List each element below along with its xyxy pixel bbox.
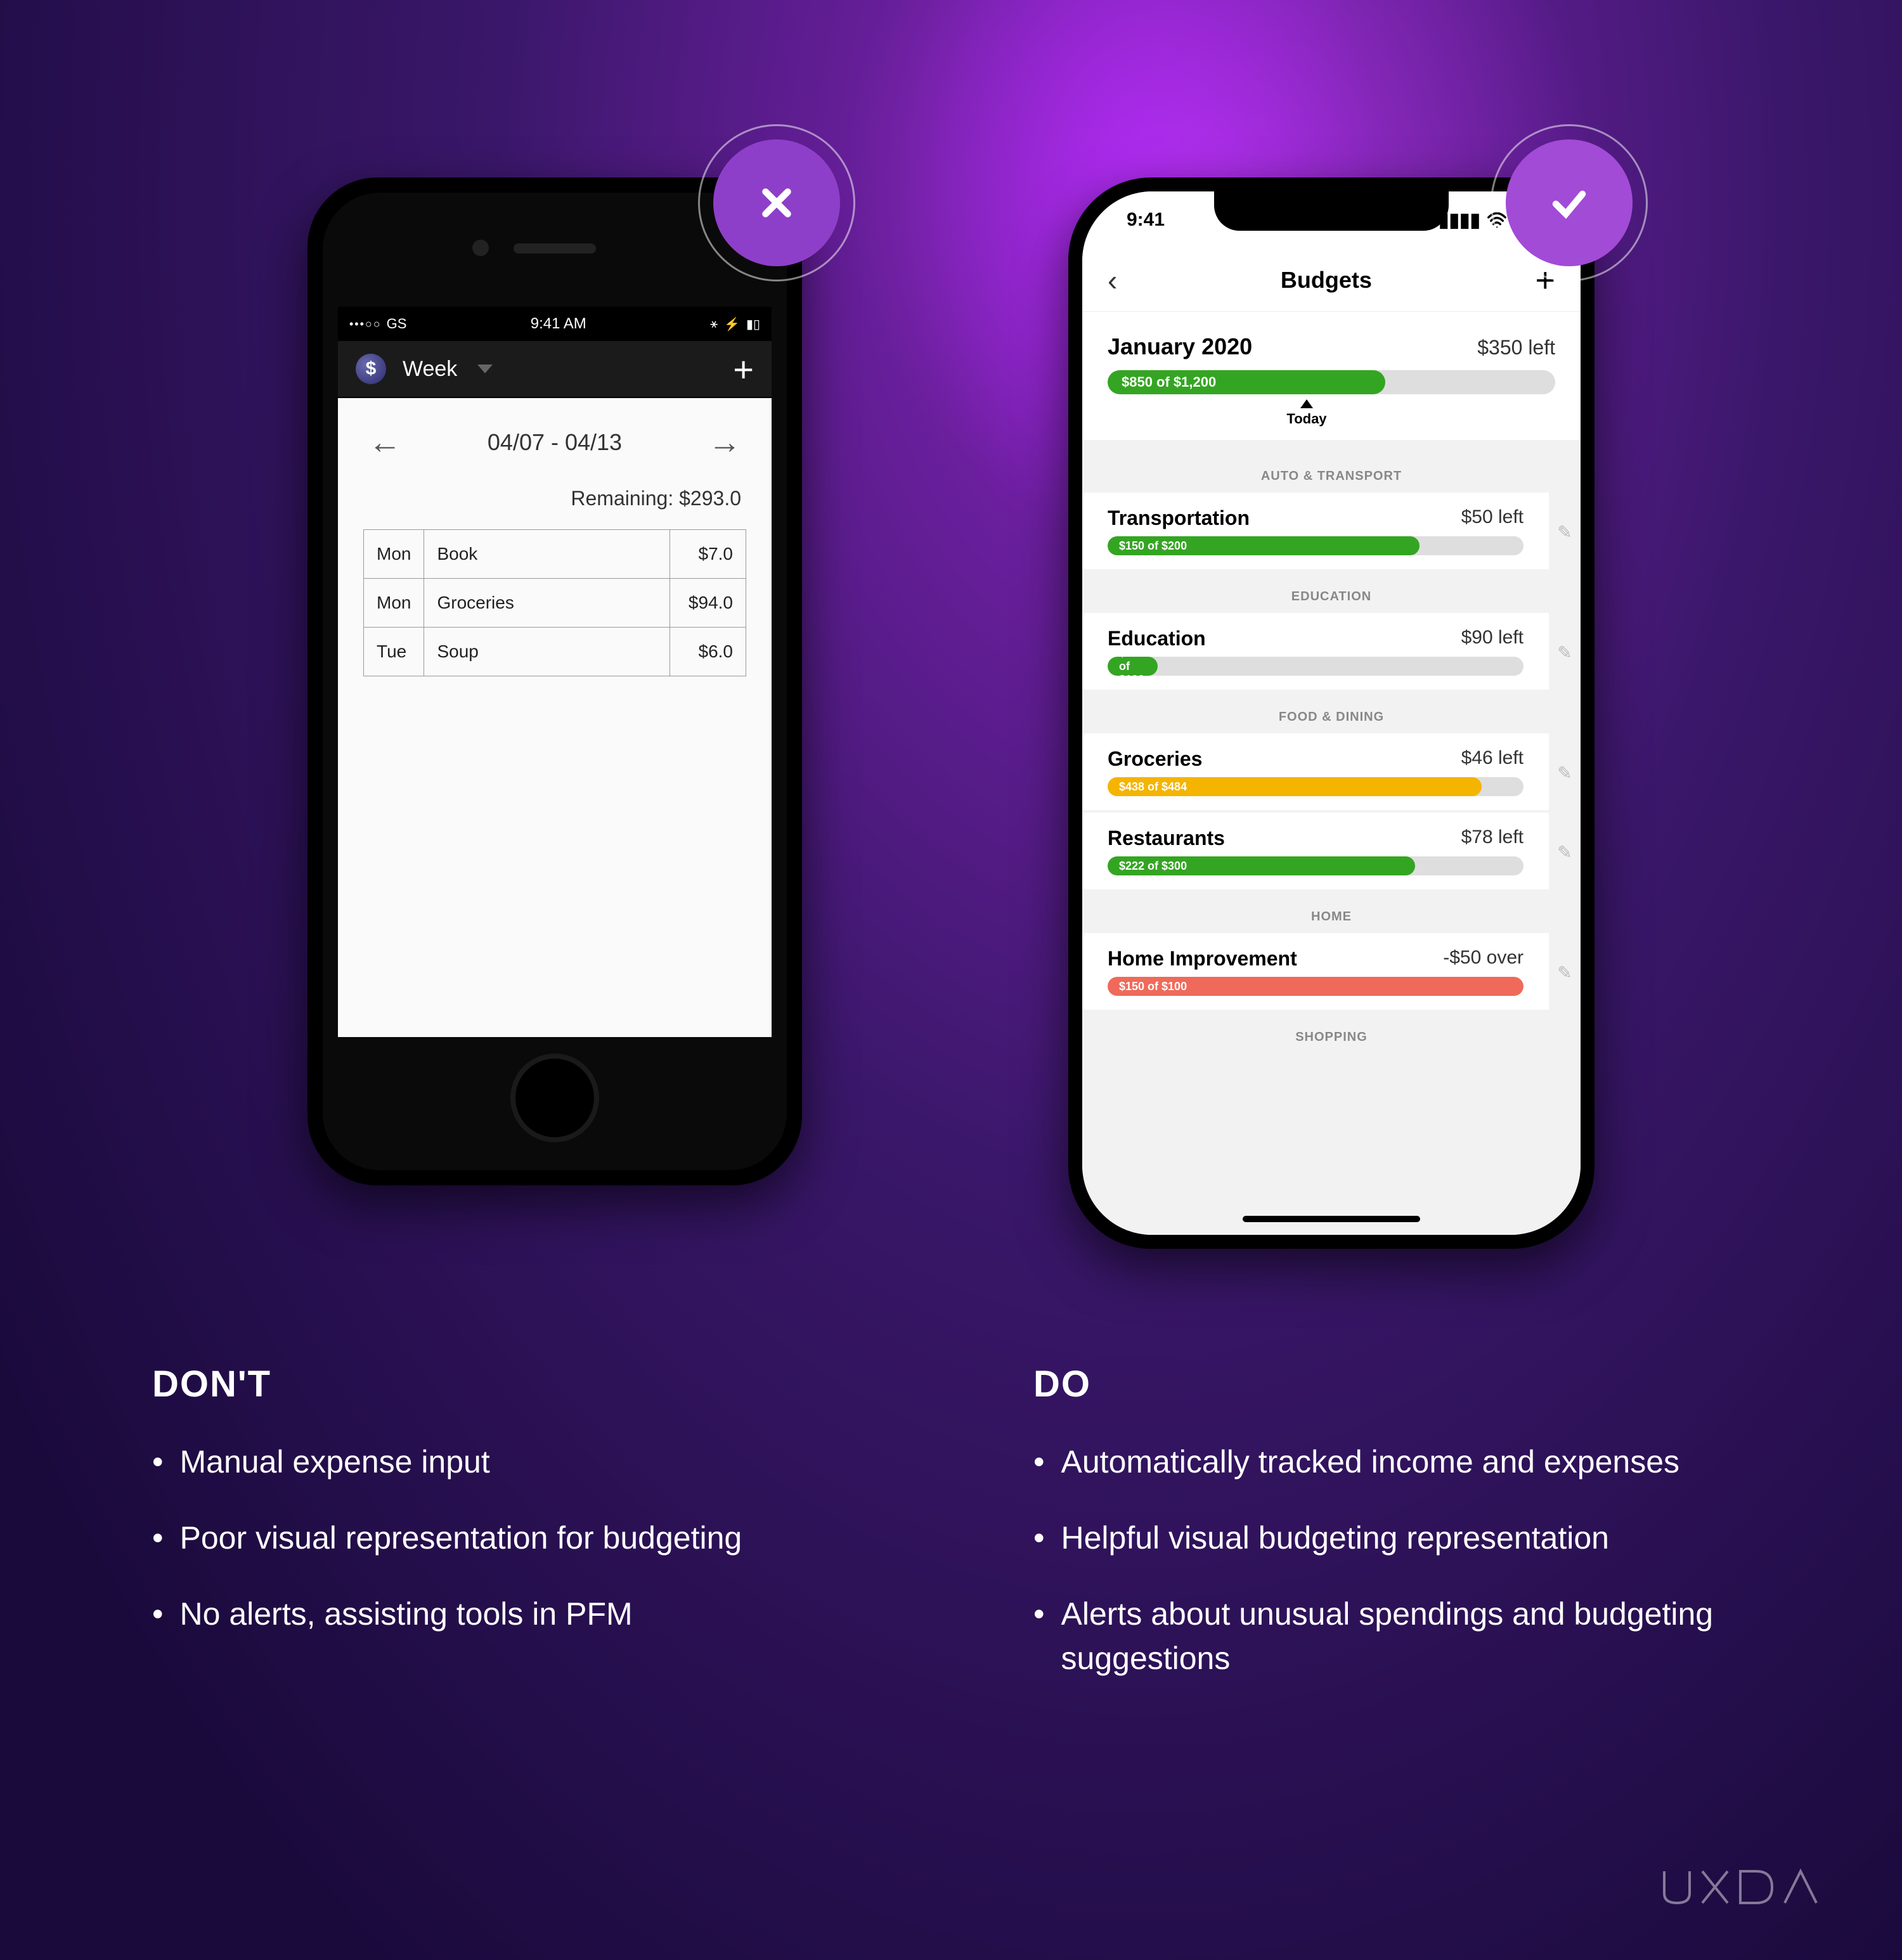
edit-icon[interactable]: ✎ (1549, 522, 1581, 543)
bullet-item: Manual expense input (152, 1440, 869, 1484)
budget-item[interactable]: Restaurants $78 left $222 of $300 (1082, 813, 1549, 889)
bullet-item: Helpful visual budgeting representation (1033, 1516, 1750, 1560)
back-button[interactable]: ‹ (1108, 263, 1117, 297)
remaining-label: Remaining: $293.0 (338, 487, 772, 529)
progress-bar: $850 of $1,200 (1108, 370, 1555, 394)
today-marker: Today (1286, 399, 1326, 427)
home-indicator[interactable] (1243, 1216, 1420, 1222)
section-header: AUTO & TRANSPORT (1082, 451, 1581, 493)
table-row[interactable]: TueSoup$6.0 (364, 628, 746, 676)
dont-heading: DON'T (152, 1363, 869, 1405)
budget-item[interactable]: Education $90 left $10 of $100 (1082, 613, 1549, 690)
status-bar: •••○○GS 9:41 AM ⚹ ⚡ ▮▯ (338, 307, 772, 341)
do-column: DO Automatically tracked income and expe… (1033, 1363, 1750, 1712)
section-header: HOME (1082, 892, 1581, 933)
dont-badge (713, 139, 840, 266)
edit-icon[interactable]: ✎ (1549, 842, 1581, 863)
section-header: EDUCATION (1082, 572, 1581, 613)
prev-arrow[interactable]: ← (368, 423, 401, 461)
app-header: $ Week + (338, 341, 772, 398)
status-time: 9:41 (1127, 209, 1165, 231)
brand-logo (1661, 1868, 1826, 1916)
dollar-icon[interactable]: $ (356, 354, 386, 384)
budget-item[interactable]: Transportation $50 left $150 of $200 (1082, 493, 1549, 569)
expense-table: MonBook$7.0MonGroceries$94.0TueSoup$6.0 (363, 529, 746, 676)
do-badge (1506, 139, 1633, 266)
next-arrow[interactable]: → (708, 423, 741, 461)
edit-icon[interactable]: ✎ (1549, 642, 1581, 663)
table-row[interactable]: MonGroceries$94.0 (364, 579, 746, 628)
dont-column: DON'T Manual expense input Poor visual re… (152, 1363, 869, 1712)
section-header: SHOPPING (1082, 1012, 1581, 1054)
do-heading: DO (1033, 1363, 1750, 1405)
home-button[interactable] (510, 1054, 599, 1142)
summary-block[interactable]: January 2020 $350 left $850 of $1,200 To… (1082, 312, 1581, 440)
page-title: Budgets (1281, 267, 1372, 293)
budget-item[interactable]: Groceries $46 left $438 of $484 (1082, 733, 1549, 810)
status-time: 9:41 AM (531, 315, 586, 333)
date-range: 04/07 - 04/13 (488, 429, 622, 456)
do-phone: 9:41 ▮▮▮▮ ‹ Budgets + January 2020 $350 … (1068, 177, 1595, 1249)
bullet-item: Automatically tracked income and expense… (1033, 1440, 1750, 1484)
budget-item[interactable]: Home Improvement -$50 over $150 of $100 (1082, 933, 1549, 1010)
period-selector[interactable]: Week (403, 357, 457, 382)
bullet-item: No alerts, assisting tools in PFM (152, 1592, 869, 1636)
table-row[interactable]: MonBook$7.0 (364, 530, 746, 579)
add-button[interactable]: + (733, 349, 754, 390)
bullet-item: Poor visual representation for budgeting (152, 1516, 869, 1560)
edit-icon[interactable]: ✎ (1549, 962, 1581, 983)
battery-icon: ▮▯ (746, 316, 760, 332)
month-label: January 2020 (1108, 333, 1252, 360)
dropdown-icon[interactable] (477, 364, 493, 373)
section-header: FOOD & DINING (1082, 692, 1581, 733)
bullet-item: Alerts about unusual spendings and budge… (1033, 1592, 1750, 1680)
dont-phone: •••○○GS 9:41 AM ⚹ ⚡ ▮▯ $ Week (307, 177, 802, 1249)
wifi-icon: ⚡ (724, 316, 740, 332)
nav-bar: ‹ Budgets + (1082, 248, 1581, 312)
edit-icon[interactable]: ✎ (1549, 763, 1581, 783)
check-icon (1547, 181, 1591, 225)
close-icon (754, 181, 799, 225)
amount-left: $350 left (1477, 336, 1555, 359)
bluetooth-icon: ⚹ (710, 317, 718, 332)
